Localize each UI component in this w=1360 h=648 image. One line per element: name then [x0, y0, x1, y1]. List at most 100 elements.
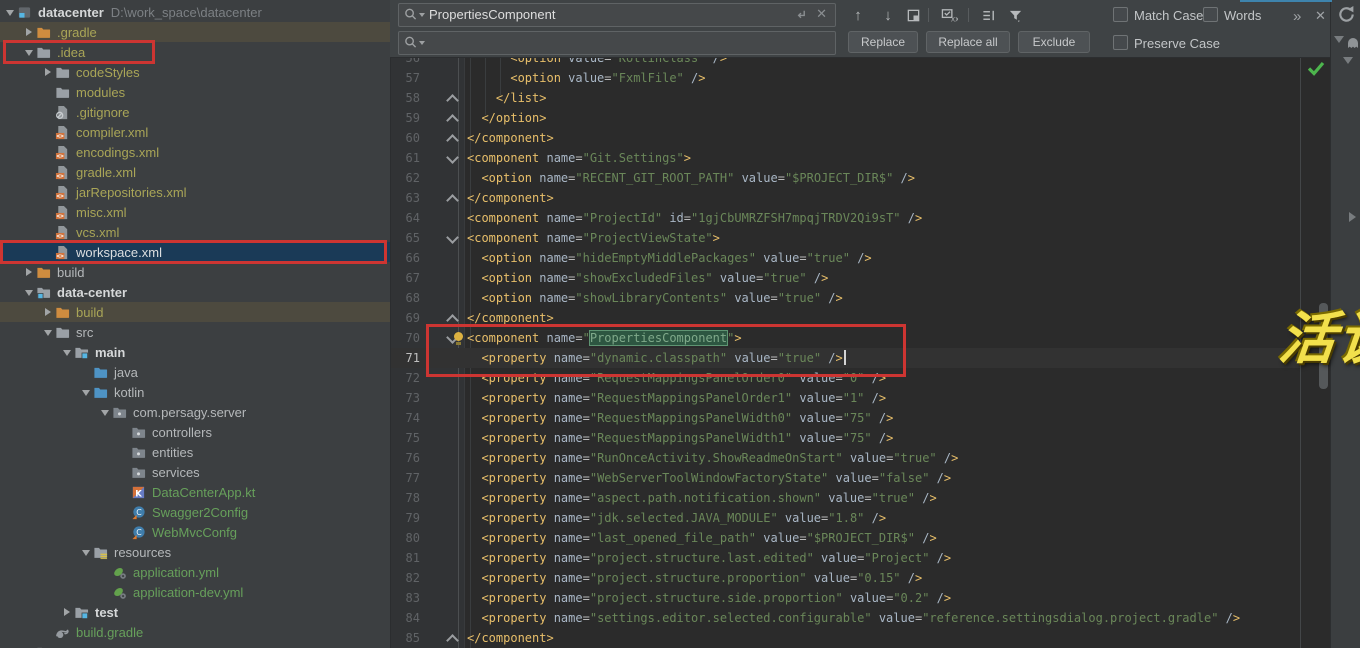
fold-collapsed-icon[interactable] [446, 134, 459, 147]
inspections-ok-check-icon[interactable] [1306, 60, 1326, 82]
search-icon[interactable] [404, 7, 425, 21]
tree-item-vcs.xml[interactable]: <>vcs.xml [0, 222, 390, 242]
code-line-84[interactable]: 84 <property name="settings.editor.selec… [390, 608, 1300, 628]
expand-arrow-icon[interactable] [21, 28, 36, 36]
replace-button[interactable]: Replace [848, 31, 918, 53]
collapse-arrow-icon[interactable] [59, 345, 74, 360]
code-line-62[interactable]: 62 <option name="RECENT_GIT_ROOT_PATH" v… [390, 168, 1300, 188]
tree-item-main[interactable]: main [0, 342, 390, 362]
tree-item-src[interactable]: src [0, 322, 390, 342]
replace-all-button[interactable]: Replace all [926, 31, 1010, 53]
collapse-arrow-icon[interactable] [97, 405, 112, 420]
filter-lines-button[interactable] [976, 3, 1002, 27]
tree-item-build.gradle[interactable]: build.gradle [0, 622, 390, 642]
code-line-67[interactable]: 67 <option name="showExcludedFiles" valu… [390, 268, 1300, 288]
code-line-74[interactable]: 74 <property name="RequestMappingsPanelW… [390, 408, 1300, 428]
code-line-77[interactable]: 77 <property name="WebServerToolWindowFa… [390, 468, 1300, 488]
open-in-find-window-button[interactable] [900, 3, 926, 27]
fold-collapsed-icon[interactable] [446, 634, 459, 647]
intention-bulb-icon[interactable] [454, 332, 463, 341]
replace-search-icon[interactable] [404, 35, 425, 49]
collapse-arrow-icon[interactable] [40, 325, 55, 340]
expand-arrow-icon[interactable] [40, 68, 55, 76]
code-line-78[interactable]: 78 <property name="aspect.path.notificat… [390, 488, 1300, 508]
clear-search-icon[interactable]: ✕ [816, 6, 827, 22]
code-line-82[interactable]: 82 <property name="project.structure.pro… [390, 568, 1300, 588]
collapse-arrow-icon[interactable] [21, 285, 36, 300]
tree-item-DataCenterApp.kt[interactable]: KDataCenterApp.kt [0, 482, 390, 502]
code-line-59[interactable]: 59 </option> [390, 108, 1300, 128]
tree-item-workspace.xml[interactable]: <>workspace.xml [0, 242, 390, 262]
dropdown-triangle-icon[interactable] [1334, 36, 1344, 48]
more-options-chevron[interactable]: » [1293, 8, 1301, 25]
tree-item-jarRepositories.xml[interactable]: <>jarRepositories.xml [0, 182, 390, 202]
match-case-label[interactable]: Match Case [1134, 8, 1203, 23]
fold-collapsed-icon[interactable] [446, 194, 459, 207]
expand-right-triangle-icon[interactable] [1349, 212, 1360, 222]
dropdown-triangle-icon[interactable] [1343, 57, 1353, 69]
match-case-checkbox[interactable] [1113, 7, 1128, 22]
fold-collapsed-icon[interactable] [446, 314, 459, 327]
code-line-70[interactable]: 70<component name="PropertiesComponent"> [390, 328, 1300, 348]
tree-item-codeStyles[interactable]: codeStyles [0, 62, 390, 82]
tree-item-kotlin[interactable]: kotlin [0, 382, 390, 402]
scrollbar-thumb[interactable] [1319, 303, 1328, 389]
code-line-65[interactable]: 65<component name="ProjectViewState"> [390, 228, 1300, 248]
tree-item-.idea[interactable]: .idea [0, 42, 390, 62]
tree-item-entities[interactable]: entities [0, 442, 390, 462]
tree-item-build[interactable]: build [0, 302, 390, 322]
code-line-69[interactable]: 69</component> [390, 308, 1300, 328]
editor-scrollbar-area[interactable] [1300, 57, 1331, 648]
code-line-71[interactable]: 71 <property name="dynamic.classpath" va… [390, 348, 1300, 368]
preserve-case-label[interactable]: Preserve Case [1134, 36, 1220, 51]
search-field[interactable]: PropertiesComponent ✕ [398, 3, 836, 27]
code-line-79[interactable]: 79 <property name="jdk.selected.JAVA_MOD… [390, 508, 1300, 528]
refresh-icon[interactable] [1337, 5, 1356, 29]
fold-expanded-icon[interactable] [446, 151, 459, 164]
preserve-case-checkbox[interactable] [1113, 35, 1128, 50]
next-occurrence-button[interactable]: ↓ [875, 3, 901, 27]
code-line-85[interactable]: 85</component> [390, 628, 1300, 648]
newline-icon[interactable] [794, 8, 807, 24]
collapse-arrow-icon[interactable] [78, 545, 93, 560]
tree-item-gradle.xml[interactable]: <>gradle.xml [0, 162, 390, 182]
tree-item-com.persagy.server[interactable]: com.persagy.server [0, 402, 390, 422]
expand-arrow-icon[interactable] [40, 308, 55, 316]
tree-item-java[interactable]: java [0, 362, 390, 382]
code-line-57[interactable]: 57 <option value="FxmlFile" /> [390, 68, 1300, 88]
tree-item-test[interactable]: test [0, 602, 390, 622]
tree-item-resources[interactable]: resources [0, 542, 390, 562]
code-line-66[interactable]: 66 <option name="hideEmptyMiddlePackages… [390, 248, 1300, 268]
tree-item-services[interactable]: services [0, 462, 390, 482]
code-line-76[interactable]: 76 <property name="RunOnceActivity.ShowR… [390, 448, 1300, 468]
search-query-text[interactable]: PropertiesComponent [429, 4, 555, 26]
words-label[interactable]: Words [1224, 8, 1261, 23]
code-line-61[interactable]: 61<component name="Git.Settings"> [390, 148, 1300, 168]
tree-item-.gradle[interactable]: .gradle [0, 22, 390, 42]
tree-item-misc.xml[interactable]: <>misc.xml [0, 202, 390, 222]
exclude-button[interactable]: Exclude [1018, 31, 1090, 53]
select-all-occurrences-button[interactable]: XX [936, 3, 962, 27]
collapse-arrow-icon[interactable] [78, 385, 93, 400]
tree-item-datacenter[interactable]: datacenterD:\work_space\datacenter [0, 2, 390, 22]
code-line-58[interactable]: 58 </list> [390, 88, 1300, 108]
code-line-81[interactable]: 81 <property name="project.structure.las… [390, 548, 1300, 568]
fold-collapsed-icon[interactable] [446, 114, 459, 127]
fold-collapsed-icon[interactable] [446, 94, 459, 107]
collapse-arrow-icon[interactable] [2, 5, 17, 20]
code-line-80[interactable]: 80 <property name="last_opened_file_path… [390, 528, 1300, 548]
tree-item-.gitignore[interactable]: .gitignore [0, 102, 390, 122]
tree-item-Swagger2Config[interactable]: CSwagger2Config [0, 502, 390, 522]
search-filter-funnel-button[interactable] [1002, 3, 1028, 27]
tree-item-data-center[interactable]: data-center [0, 282, 390, 302]
code-line-63[interactable]: 63</component> [390, 188, 1300, 208]
fold-expanded-icon[interactable] [446, 231, 459, 244]
code-line-72[interactable]: 72 <property name="RequestMappingsPanelO… [390, 368, 1300, 388]
code-line-64[interactable]: 64<component name="ProjectId" id="1gjCbU… [390, 208, 1300, 228]
tree-item-controllers[interactable]: controllers [0, 422, 390, 442]
editor-pane[interactable]: 56 <option value="KotlinClass" />57 <opt… [390, 0, 1300, 648]
replace-field[interactable] [398, 31, 836, 55]
tree-item-modules[interactable]: modules [0, 82, 390, 102]
search-match-marker[interactable] [1314, 358, 1327, 362]
code-line-60[interactable]: 60</component> [390, 128, 1300, 148]
